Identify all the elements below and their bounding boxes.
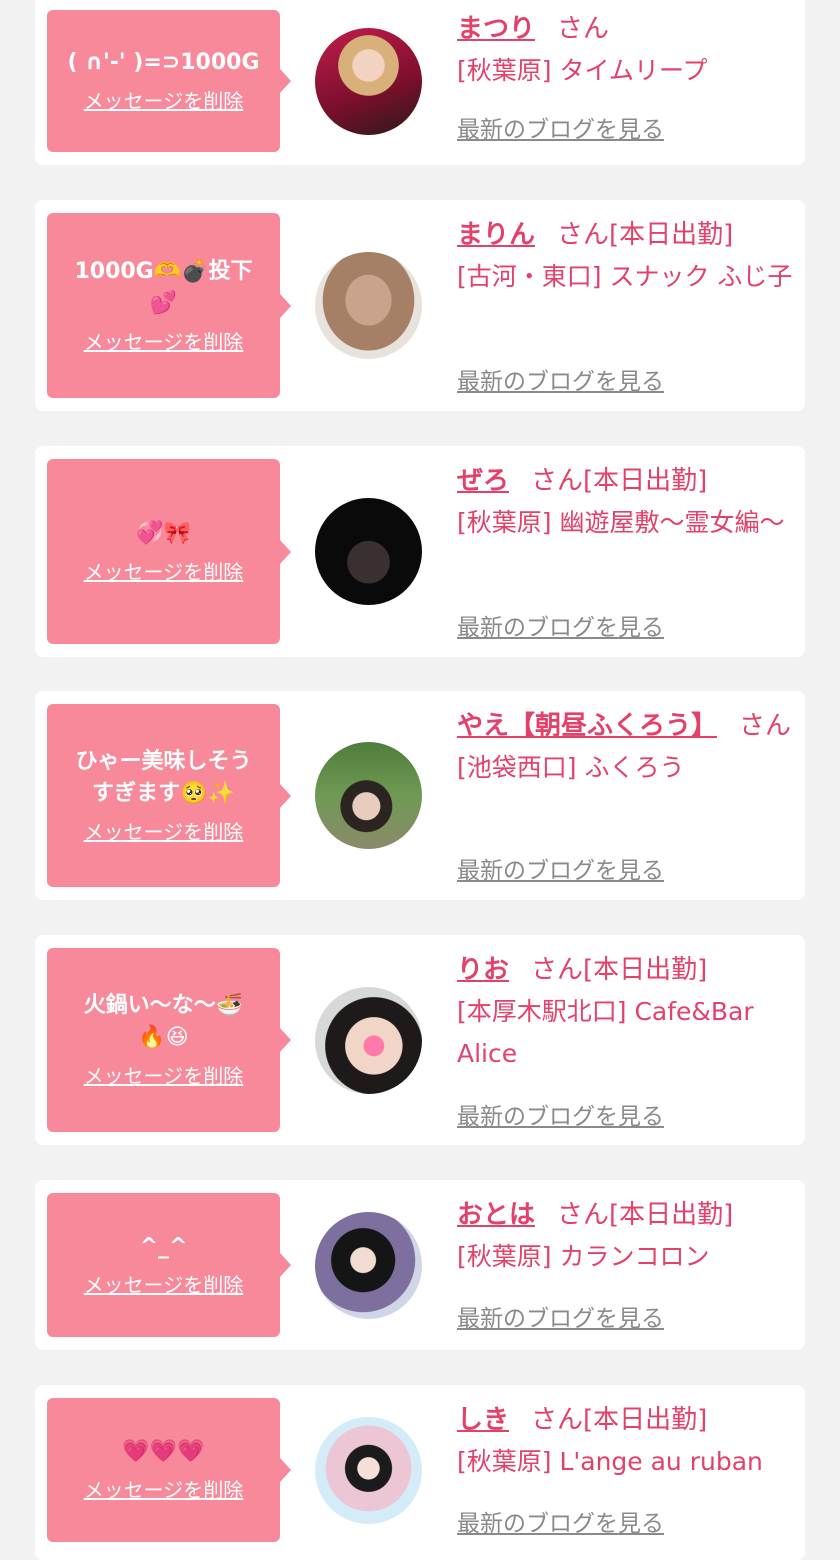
card-info: まりん さん[本日出勤] [古河・東口] スナック ふじ子 最新のブログを見る	[457, 214, 793, 395]
message-bubble: 1000G🫶💣投下 💕 メッセージを削除	[47, 213, 291, 398]
delete-message-link[interactable]: メッセージを削除	[84, 328, 244, 356]
message-text: 火鍋い～な～🍜 🔥😆	[83, 993, 244, 1050]
avatar[interactable]	[315, 987, 422, 1094]
member-name-link[interactable]: やえ【朝昼ふくろう】	[457, 711, 717, 741]
member-name-link[interactable]: おとは	[457, 1200, 535, 1230]
shop-info: [秋葉原] カランコロン	[457, 1242, 710, 1271]
card-info: おとは さん[本日出勤] [秋葉原] カランコロン 最新のブログを見る	[457, 1194, 793, 1332]
delete-message-link[interactable]: メッセージを削除	[84, 87, 244, 115]
message-card: ひゃー美味しそう すぎます🥺✨ メッセージを削除 やえ【朝昼ふくろう】 さん [池…	[35, 691, 805, 900]
shop-info: [秋葉原] L'ange au ruban	[457, 1447, 763, 1476]
latest-blog-link[interactable]: 最新のブログを見る	[457, 362, 664, 396]
message-text: 1000G🫶💣投下 💕	[74, 258, 253, 316]
shop-info: [本厚木駅北口] Cafe&Bar Alice	[457, 997, 754, 1068]
attendance-status: [本日出勤]	[583, 955, 708, 985]
attendance-status: [本日出勤]	[609, 1200, 734, 1230]
latest-blog-link[interactable]: 最新のブログを見る	[457, 1299, 664, 1333]
honorific: さん	[557, 220, 610, 250]
message-card: 💗💗💗 メッセージを削除 しき さん[本日出勤] [秋葉原] L'ange au …	[35, 1385, 805, 1560]
message-bubble: ひゃー美味しそう すぎます🥺✨ メッセージを削除	[47, 704, 291, 887]
member-name-link[interactable]: しき	[457, 1405, 509, 1435]
latest-blog-link[interactable]: 最新のブログを見る	[457, 1504, 664, 1538]
message-bubble: ^_^ メッセージを削除	[47, 1193, 291, 1337]
message-card: 1000G🫶💣投下 💕 メッセージを削除 まりん さん[本日出勤] [古河・東口]…	[35, 200, 805, 411]
latest-blog-link[interactable]: 最新のブログを見る	[457, 608, 664, 642]
delete-message-link[interactable]: メッセージを削除	[84, 1476, 244, 1504]
avatar[interactable]	[315, 742, 422, 849]
shop-info: [秋葉原] タイムリープ	[457, 56, 708, 85]
message-card: ^_^ メッセージを削除 おとは さん[本日出勤] [秋葉原] カランコロン 最新…	[35, 1180, 805, 1350]
latest-blog-link[interactable]: 最新のブログを見る	[457, 110, 664, 144]
honorific: さん	[531, 466, 584, 496]
card-info: りお さん[本日出勤] [本厚木駅北口] Cafe&Bar Alice 最新のブロ…	[457, 949, 793, 1130]
attendance-status: [本日出勤]	[609, 220, 734, 250]
latest-blog-link[interactable]: 最新のブログを見る	[457, 851, 664, 885]
message-text: ^_^	[139, 1234, 188, 1259]
avatar[interactable]	[315, 252, 422, 359]
latest-blog-link[interactable]: 最新のブログを見る	[457, 1097, 664, 1131]
message-bubble: ( ∩'-' )=⊃1000G メッセージを削除	[47, 10, 291, 152]
card-info: ぜろ さん[本日出勤] [秋葉原] 幽遊屋敷～霊女編～ 最新のブログを見る	[457, 460, 793, 641]
message-card: 💞🎀 メッセージを削除 ぜろ さん[本日出勤] [秋葉原] 幽遊屋敷～霊女編～ 最…	[35, 446, 805, 657]
message-card: ( ∩'-' )=⊃1000G メッセージを削除 まつり さん [秋葉原] タイム…	[35, 0, 805, 165]
card-info: しき さん[本日出勤] [秋葉原] L'ange au ruban 最新のブログを…	[457, 1399, 793, 1537]
member-name-link[interactable]: ぜろ	[457, 466, 509, 496]
avatar[interactable]	[315, 28, 422, 135]
card-info: やえ【朝昼ふくろう】 さん [池袋西口] ふくろう 最新のブログを見る	[457, 705, 793, 884]
message-bubble: 火鍋い～な～🍜 🔥😆 メッセージを削除	[47, 948, 291, 1132]
shop-info: [池袋西口] ふくろう	[457, 753, 685, 782]
message-text: 💞🎀	[136, 520, 191, 546]
avatar[interactable]	[315, 1417, 422, 1524]
delete-message-link[interactable]: メッセージを削除	[84, 558, 244, 586]
message-text: 💗💗💗	[122, 1439, 205, 1464]
message-bubble: 💗💗💗 メッセージを削除	[47, 1398, 291, 1542]
shop-info: [古河・東口] スナック ふじ子	[457, 262, 793, 291]
avatar[interactable]	[315, 1212, 422, 1319]
avatar[interactable]	[315, 498, 422, 605]
message-card: 火鍋い～な～🍜 🔥😆 メッセージを削除 りお さん[本日出勤] [本厚木駅北口] …	[35, 935, 805, 1145]
attendance-status: [本日出勤]	[583, 1405, 708, 1435]
honorific: さん	[531, 955, 584, 985]
delete-message-link[interactable]: メッセージを削除	[84, 1271, 244, 1299]
honorific: さん	[557, 14, 610, 44]
message-text: ひゃー美味しそう すぎます🥺✨	[75, 748, 252, 806]
member-name-link[interactable]: まつり	[457, 14, 535, 44]
card-info: まつり さん [秋葉原] タイムリープ 最新のブログを見る	[457, 8, 793, 143]
delete-message-link[interactable]: メッセージを削除	[84, 818, 244, 846]
honorific: さん	[531, 1405, 584, 1435]
attendance-status: [本日出勤]	[583, 466, 708, 496]
honorific: さん	[739, 711, 792, 741]
honorific: さん	[557, 1200, 610, 1230]
shop-info: [秋葉原] 幽遊屋敷～霊女編～	[457, 508, 785, 537]
delete-message-link[interactable]: メッセージを削除	[84, 1062, 244, 1090]
message-bubble: 💞🎀 メッセージを削除	[47, 459, 291, 644]
message-text: ( ∩'-' )=⊃1000G	[67, 50, 260, 75]
member-name-link[interactable]: まりん	[457, 220, 535, 250]
member-name-link[interactable]: りお	[457, 955, 509, 985]
